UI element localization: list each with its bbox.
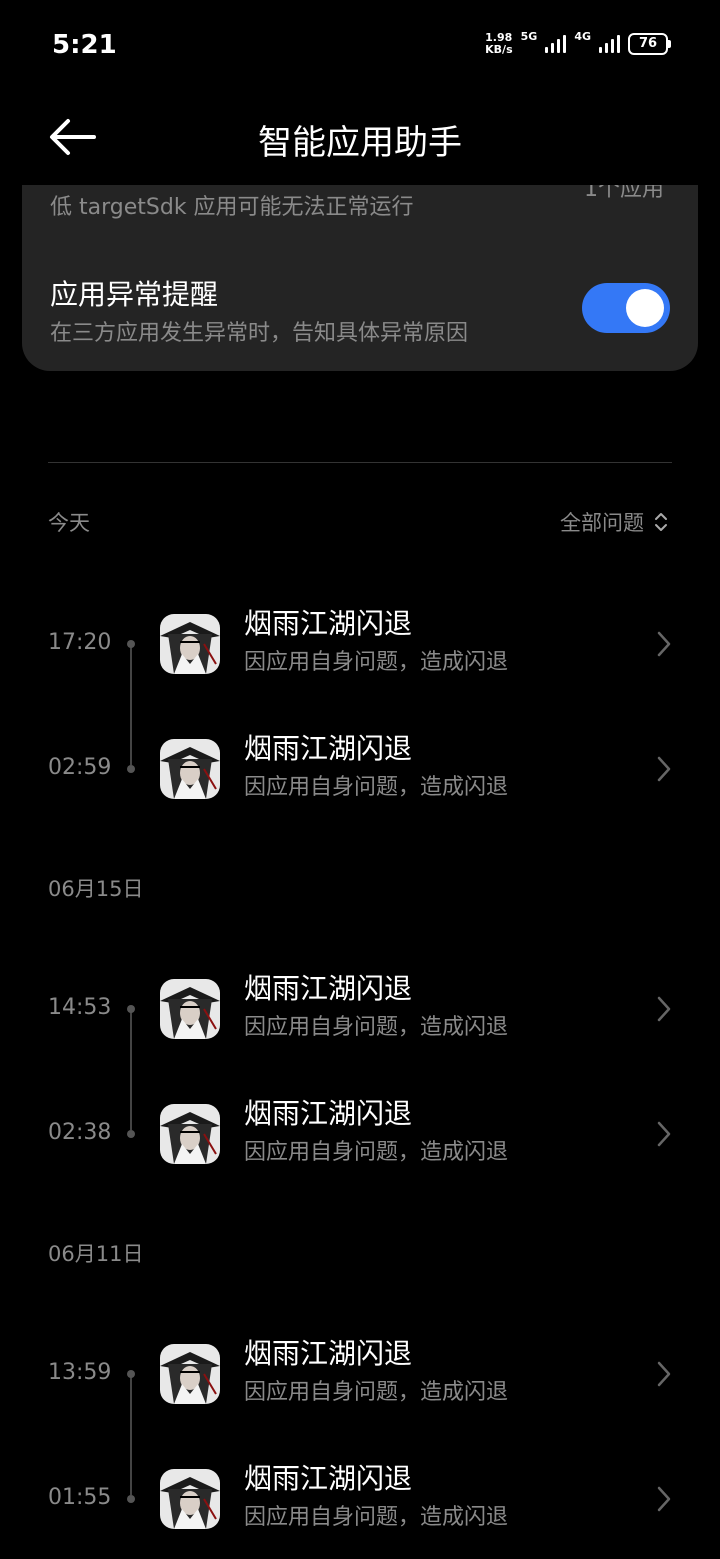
status-time: 5:21 — [52, 30, 117, 60]
timeline-dot — [127, 1130, 135, 1138]
date-label: 06月11日 — [48, 1242, 144, 1266]
app-icon — [160, 979, 220, 1039]
entry-time: 01:55 — [48, 1485, 112, 1510]
exception-alert-title: 应用异常提醒 — [50, 278, 219, 311]
entry-subtitle: 因应用自身问题，造成闪退 — [244, 650, 509, 675]
entry-title: 烟雨江湖闪退 — [244, 732, 413, 765]
crash-entry[interactable]: 13:59 烟雨江湖闪退因应用自身问题，造成闪退 — [0, 1334, 720, 1434]
entry-title: 烟雨江湖闪退 — [244, 607, 413, 640]
exception-alert-subtitle: 在三方应用发生异常时，告知具体异常原因 — [50, 321, 469, 346]
crash-entry[interactable]: 17:20 烟雨江湖闪退因应用自身问题，造成闪退 — [0, 604, 720, 704]
network-speed-value: 1.98 — [485, 30, 513, 44]
chevron-right-icon — [657, 756, 671, 782]
date-label-today: 今天 — [48, 511, 90, 535]
network-speed-unit: KB/s — [485, 42, 513, 56]
entry-time: 17:20 — [48, 630, 112, 655]
chevron-right-icon — [657, 1486, 671, 1512]
filter-dropdown[interactable]: 全部问题 — [560, 507, 668, 537]
entry-title: 烟雨江湖闪退 — [244, 972, 413, 1005]
timeline-dot — [127, 640, 135, 648]
timeline-dot — [127, 1495, 135, 1503]
targetsdk-subtitle: 低 targetSdk 应用可能无法正常运行 — [50, 195, 414, 220]
signal-icon-2 — [599, 34, 620, 53]
app-icon — [160, 614, 220, 674]
network-speed: 1.98 KB/s — [485, 30, 513, 56]
timeline-dot — [127, 1005, 135, 1013]
crash-entry[interactable]: 14:53 烟雨江湖闪退因应用自身问题，造成闪退 — [0, 969, 720, 1069]
crash-entry[interactable]: 01:55 烟雨江湖闪退因应用自身问题，造成闪退 — [0, 1459, 720, 1559]
status-icons: 1.98 KB/s 5G 4G 76 — [485, 30, 671, 57]
header: 智能应用助手 — [0, 95, 720, 185]
network-type-4g: 4G — [574, 30, 591, 43]
app-icon — [160, 1104, 220, 1164]
chevron-right-icon — [657, 996, 671, 1022]
signal-icon — [545, 34, 567, 53]
entry-subtitle: 因应用自身问题，造成闪退 — [244, 1380, 509, 1405]
entry-subtitle: 因应用自身问题，造成闪退 — [244, 1505, 509, 1530]
chevron-right-icon — [657, 1361, 671, 1387]
entry-time: 02:38 — [48, 1120, 112, 1145]
app-icon — [160, 739, 220, 799]
filter-label: 全部问题 — [560, 511, 644, 535]
timeline-dot — [127, 1370, 135, 1378]
targetsdk-app-count[interactable]: 1个应用 — [584, 185, 664, 203]
network-type-5g: 5G — [520, 30, 538, 43]
sort-icon — [655, 513, 667, 531]
entry-subtitle: 因应用自身问题，造成闪退 — [244, 775, 509, 800]
crash-entry[interactable]: 02:38 烟雨江湖闪退因应用自身问题，造成闪退 — [0, 1094, 720, 1194]
settings-card: 低 targetSdk 应用可能无法正常运行 1个应用 应用异常提醒 在三方应用… — [22, 185, 698, 371]
entry-time: 13:59 — [48, 1360, 112, 1385]
toggle-knob — [626, 289, 664, 327]
app-icon — [160, 1469, 220, 1529]
entry-time: 02:59 — [48, 755, 112, 780]
entry-subtitle: 因应用自身问题，造成闪退 — [244, 1015, 509, 1040]
entry-title: 烟雨江湖闪退 — [244, 1337, 413, 1370]
divider — [48, 462, 672, 463]
exception-alert-toggle[interactable] — [582, 283, 670, 333]
date-label: 06月15日 — [48, 877, 144, 901]
battery-level: 76 — [638, 36, 658, 51]
app-icon — [160, 1344, 220, 1404]
timeline-dot — [127, 765, 135, 773]
page-title: 智能应用助手 — [258, 123, 462, 163]
status-bar: 5:21 1.98 KB/s 5G 4G 76 — [0, 0, 720, 95]
chevron-right-icon — [657, 1121, 671, 1147]
entry-time: 14:53 — [48, 995, 112, 1020]
crash-entry[interactable]: 02:59 烟雨江湖闪退因应用自身问题，造成闪退 — [0, 729, 720, 829]
chevron-right-icon — [657, 631, 671, 657]
entry-title: 烟雨江湖闪退 — [244, 1097, 413, 1130]
entry-title: 烟雨江湖闪退 — [244, 1462, 413, 1495]
battery-icon: 76 — [628, 32, 671, 55]
entry-subtitle: 因应用自身问题，造成闪退 — [244, 1140, 509, 1165]
